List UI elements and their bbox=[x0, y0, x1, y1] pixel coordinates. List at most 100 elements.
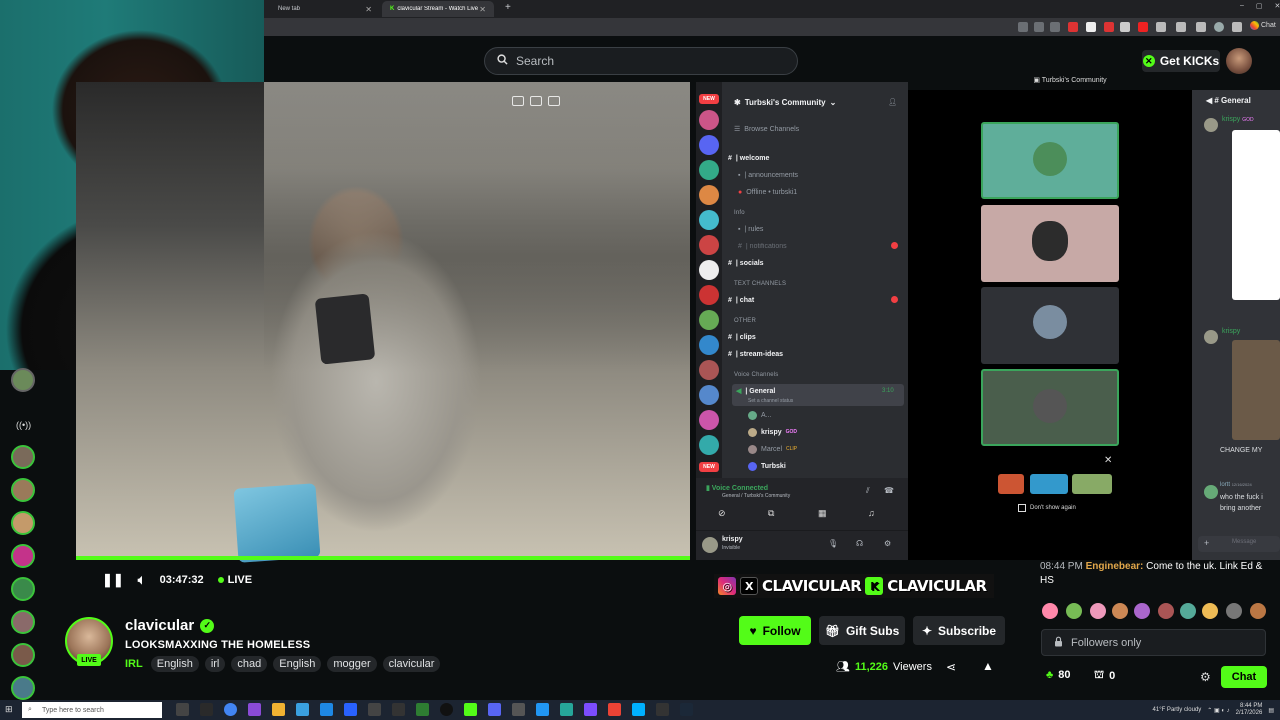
taskbar-app-icon[interactable] bbox=[608, 703, 621, 716]
extension-icon[interactable] bbox=[1156, 22, 1166, 32]
chat-settings-gear-icon[interactable]: ⚙ bbox=[1200, 670, 1211, 684]
channel-rules[interactable]: ▪ | rules bbox=[738, 223, 763, 235]
channel-notifications[interactable]: # | notifications bbox=[738, 240, 787, 252]
tab-kick-stream[interactable]: K clavicular Stream - Watch Live ✕ bbox=[382, 1, 494, 17]
theater-mode-icon[interactable] bbox=[530, 96, 542, 106]
discord-server-icon[interactable] bbox=[699, 260, 719, 280]
followed-channel-avatar[interactable] bbox=[11, 676, 35, 700]
tab-new-tab[interactable]: New tab ✕ bbox=[270, 1, 380, 17]
chat-send-button[interactable]: Chat bbox=[1221, 666, 1267, 688]
taskbar-app-icon[interactable] bbox=[320, 703, 333, 716]
channel-name[interactable]: clavicular ✓ bbox=[125, 617, 215, 634]
get-kicks-button[interactable]: ✕ Get KICKs bbox=[1142, 50, 1220, 72]
voice-path[interactable]: General / Turbski's Community bbox=[722, 493, 790, 499]
discord-server-icon[interactable] bbox=[699, 310, 719, 330]
close-icon[interactable]: ✕ bbox=[1104, 455, 1112, 466]
mic-icon[interactable]: 🎙︎ bbox=[828, 539, 838, 548]
report-icon[interactable]: ▲ bbox=[982, 659, 994, 673]
activity-thumbnail[interactable] bbox=[998, 474, 1024, 494]
category-other[interactable]: OTHER bbox=[734, 318, 756, 324]
taskbar-app-icon[interactable] bbox=[512, 703, 525, 716]
taskbar-app-icon[interactable] bbox=[656, 703, 669, 716]
star-icon[interactable] bbox=[1050, 22, 1060, 32]
followers-only-notice[interactable]: Followers only bbox=[1041, 629, 1266, 656]
broadcast-icon[interactable]: ((•)) bbox=[16, 420, 31, 430]
taskbar-app-icon[interactable] bbox=[200, 703, 213, 716]
channel-points[interactable]: ♣ 80 bbox=[1046, 669, 1070, 681]
emote-icon[interactable] bbox=[1066, 603, 1082, 619]
extension-icon[interactable] bbox=[1104, 22, 1114, 32]
taskbar-app-icon[interactable] bbox=[584, 703, 597, 716]
voice-status[interactable]: Set a channel status bbox=[748, 395, 793, 407]
followed-channel-avatar[interactable] bbox=[11, 445, 35, 469]
activity-thumbnail[interactable] bbox=[1072, 474, 1112, 494]
menu-icon[interactable] bbox=[1232, 22, 1242, 32]
taskbar-app-icon[interactable] bbox=[560, 703, 573, 716]
zoom-icon[interactable] bbox=[1018, 22, 1028, 32]
task-view-icon[interactable] bbox=[176, 703, 189, 716]
followed-channel-avatar[interactable] bbox=[11, 643, 35, 667]
voice-tile[interactable] bbox=[981, 287, 1119, 364]
headphones-icon[interactable]: ☊ bbox=[856, 539, 863, 548]
chat-extension-button[interactable]: Chat bbox=[1250, 21, 1276, 30]
new-tab-icon[interactable]: + bbox=[505, 2, 511, 13]
add-member-icon[interactable]: 👤︎ bbox=[888, 96, 897, 108]
browse-channels[interactable]: ☰ Browse Channels bbox=[734, 123, 799, 135]
user-avatar[interactable] bbox=[1226, 48, 1252, 74]
channel-chat[interactable]: # | chat bbox=[728, 294, 754, 306]
extension-icon[interactable] bbox=[1034, 22, 1044, 32]
discord-server-icon[interactable] bbox=[699, 185, 719, 205]
gift-subs-button[interactable]: 🎁︎ Gift Subs bbox=[819, 616, 905, 645]
soundboard-icon[interactable]: ♫ bbox=[868, 508, 875, 518]
checkbox[interactable] bbox=[1018, 504, 1026, 512]
taskbar-app-icon[interactable] bbox=[248, 703, 261, 716]
avatar[interactable] bbox=[702, 537, 718, 553]
discord-server-icon[interactable] bbox=[699, 385, 719, 405]
add-attachment-icon[interactable]: + bbox=[1204, 538, 1209, 548]
record-icon[interactable] bbox=[1138, 22, 1148, 32]
category-link[interactable]: IRL bbox=[125, 658, 143, 670]
emote-icon[interactable] bbox=[1158, 603, 1174, 619]
chrome-icon[interactable] bbox=[224, 703, 237, 716]
tray-icons[interactable]: ⌃ ▣ ◐ ♪ bbox=[1207, 707, 1229, 714]
follow-button[interactable]: ♥ Follow bbox=[739, 616, 811, 645]
steam-icon[interactable] bbox=[680, 703, 693, 716]
extension-icon[interactable] bbox=[1120, 22, 1130, 32]
file-explorer-icon[interactable] bbox=[272, 703, 285, 716]
emote-icon[interactable] bbox=[1090, 603, 1106, 619]
voice-member[interactable]: Turbski bbox=[748, 460, 786, 472]
emote-icon[interactable] bbox=[1250, 603, 1266, 619]
taskbar-app-icon[interactable] bbox=[392, 703, 405, 716]
discord-server-icon[interactable] bbox=[699, 285, 719, 305]
emote-icon[interactable] bbox=[1202, 603, 1218, 619]
emote-icon[interactable] bbox=[1180, 603, 1196, 619]
taskbar-app-icon[interactable] bbox=[296, 703, 309, 716]
discord-server-icon[interactable] bbox=[699, 410, 719, 430]
clip-icon[interactable] bbox=[512, 96, 524, 106]
discord-server-icon[interactable] bbox=[699, 360, 719, 380]
emote-icon[interactable] bbox=[1042, 603, 1058, 619]
volume-icon[interactable]: 🔈︎ bbox=[138, 572, 146, 588]
voice-tile[interactable] bbox=[981, 205, 1119, 282]
extension-icon[interactable] bbox=[1196, 22, 1206, 32]
camera-off-icon[interactable]: ⊘ bbox=[718, 508, 726, 519]
voice-member[interactable]: A... bbox=[748, 409, 772, 421]
discord-server-icon[interactable] bbox=[699, 135, 719, 155]
drops-counter[interactable]: ⛫ 0 bbox=[1094, 669, 1115, 683]
taskbar-app-icon[interactable] bbox=[368, 703, 381, 716]
followed-channel-avatar[interactable] bbox=[11, 544, 35, 568]
category-info[interactable]: Info bbox=[734, 210, 745, 216]
discord-server-icon[interactable] bbox=[699, 210, 719, 230]
noise-suppression-icon[interactable]: ⫽ bbox=[866, 486, 870, 496]
dont-show-again[interactable]: Don't show again bbox=[1018, 504, 1076, 512]
maximize-icon[interactable]: ▢ bbox=[1256, 2, 1263, 10]
emote-icon[interactable] bbox=[1112, 603, 1128, 619]
close-tab-icon[interactable]: ✕ bbox=[479, 5, 486, 14]
activity-thumbnail[interactable] bbox=[1030, 474, 1068, 494]
activities-icon[interactable]: ▦ bbox=[818, 508, 827, 519]
windows-start-icon[interactable]: ⊞ bbox=[5, 704, 13, 715]
emote-icon[interactable] bbox=[1134, 603, 1150, 619]
channel-socials[interactable]: # | socials bbox=[728, 257, 764, 269]
screen-share-icon[interactable]: ⧉ bbox=[768, 508, 774, 519]
discord-server-icon[interactable] bbox=[699, 335, 719, 355]
